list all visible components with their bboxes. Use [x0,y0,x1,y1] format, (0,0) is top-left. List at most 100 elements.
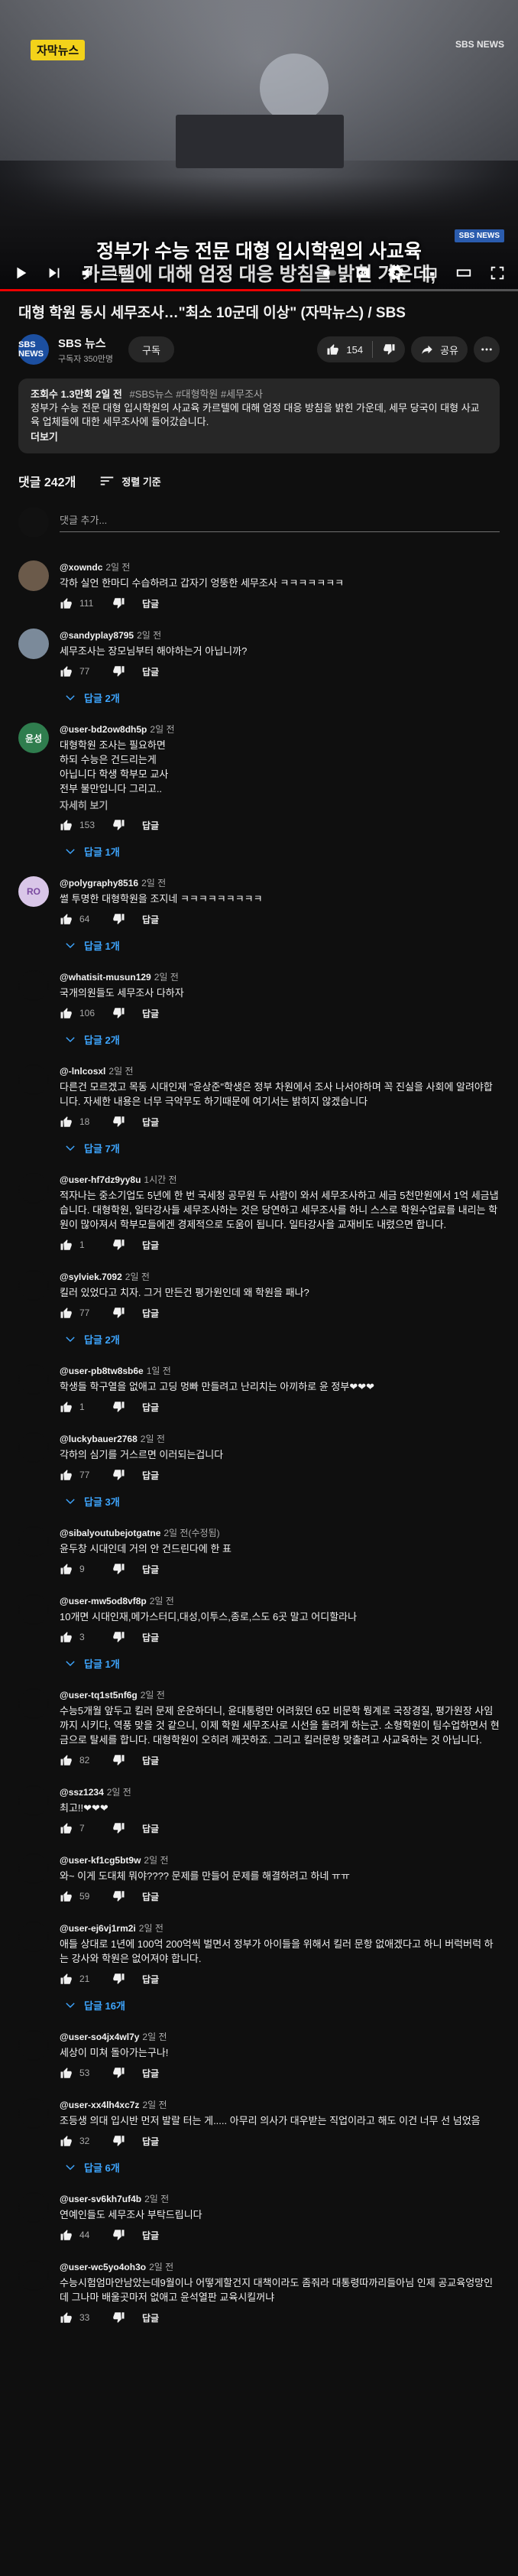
hashtags[interactable]: #SBS뉴스 #대형학원 #세무조사 [129,388,263,400]
more-actions-button[interactable] [474,336,500,362]
comment-like-button[interactable] [60,1821,73,1835]
comment-reply-button[interactable]: 답글 [142,2311,159,2324]
commenter-avatar[interactable] [18,2192,49,2223]
commenter-avatar[interactable] [18,1785,49,1816]
comment-reply-button[interactable]: 답글 [142,819,159,832]
commenter-avatar[interactable] [18,560,49,591]
comment-reply-button[interactable]: 답글 [142,1563,159,1576]
view-replies-button[interactable]: 답글 1개 [60,932,125,958]
comment-reply-button[interactable]: 답글 [142,1469,159,1482]
comment-author[interactable]: @user-wc5yo4oh3o [60,2262,146,2272]
comment-time[interactable]: 2일 전 [139,1923,163,1934]
fullscreen-icon[interactable] [489,265,506,281]
commenter-avatar[interactable] [18,1594,49,1625]
comment-author[interactable]: @luckybauer2768 [60,1434,138,1444]
view-replies-button[interactable]: 답글 16개 [60,1992,130,2018]
comment-like-button[interactable] [60,1006,73,1020]
dislike-button[interactable] [382,343,396,356]
comment-dislike-button[interactable] [112,2228,125,2242]
comment-time[interactable]: 2일 전 [137,630,161,641]
comment-dislike-button[interactable] [112,1006,125,1020]
comment-dislike-button[interactable] [112,664,125,678]
comment-dislike-button[interactable] [112,596,125,610]
comment-dislike-button[interactable] [112,1753,125,1767]
comment-reply-button[interactable]: 답글 [142,1890,159,1903]
comment-time[interactable]: 2일 전 [150,724,174,735]
add-comment-input[interactable]: 댓글 추가... [60,512,500,532]
comment-reply-button[interactable]: 답글 [142,1007,159,1020]
comment-time[interactable]: 2일 전 [142,2100,167,2110]
comment-author[interactable]: @user-so4jx4wl7y [60,2032,139,2042]
comment-dislike-button[interactable] [112,1468,125,1482]
view-replies-button[interactable]: 답글 3개 [60,1488,125,1514]
comment-reply-button[interactable]: 답글 [142,597,159,610]
read-more-link[interactable]: 자세히 보기 [60,797,500,812]
settings-gear-icon[interactable] [388,265,405,281]
comment-dislike-button[interactable] [112,1972,125,1986]
volume-icon[interactable] [79,265,96,281]
commenter-avatar[interactable] [18,1921,49,1952]
comment-reply-button[interactable]: 답글 [142,1239,159,1252]
comment-time[interactable]: 1일 전 [147,1366,171,1376]
comment-like-button[interactable] [60,1400,73,1414]
commenter-avatar[interactable] [18,2030,49,2061]
share-button[interactable]: 공유 [411,336,468,362]
comment-like-button[interactable] [60,1306,73,1320]
commenter-avatar[interactable] [18,1173,49,1204]
view-replies-button[interactable]: 답글 2개 [60,1326,125,1352]
comment-like-button[interactable] [60,1972,73,1986]
view-replies-button[interactable]: 답글 2개 [60,684,125,710]
comment-author[interactable]: @sandyplay8795 [60,630,134,641]
comment-author[interactable]: @user-mw5od8vf8p [60,1596,147,1606]
commenter-avatar[interactable] [18,1526,49,1557]
video-player[interactable]: 자막뉴스 SBS NEWS SBS NEWS 정부가 수능 전문 대형 입시학원… [0,0,518,291]
channel-name[interactable]: SBS 뉴스 [58,335,113,351]
comment-author[interactable]: @user-bd2ow8dh5p [60,724,147,735]
view-replies-button[interactable]: 답글 7개 [60,1135,125,1161]
commenter-avatar[interactable] [18,629,49,659]
comment-reply-button[interactable]: 답글 [142,2229,159,2242]
comment-time[interactable]: 2일 전 [141,878,166,888]
comment-author[interactable]: @xowndc [60,562,102,573]
comment-dislike-button[interactable] [112,2311,125,2324]
channel-avatar[interactable]: SBS NEWS [18,334,49,365]
comment-like-button[interactable] [60,1630,73,1644]
comment-time[interactable]: 2일 전 [149,2262,173,2272]
view-replies-button[interactable]: 답글 1개 [60,1650,125,1676]
comment-like-button[interactable] [60,1238,73,1252]
comment-reply-button[interactable]: 답글 [142,665,159,678]
comment-reply-button[interactable]: 답글 [142,1307,159,1320]
commenter-avatar[interactable] [18,1688,49,1719]
comment-time[interactable]: 2일 전 [125,1272,150,1282]
commenter-avatar[interactable] [18,1432,49,1463]
comment-reply-button[interactable]: 답글 [142,913,159,926]
comment-time[interactable]: 2일 전 [144,2194,169,2204]
comment-like-button[interactable] [60,818,73,832]
comment-reply-button[interactable]: 답글 [142,1401,159,1414]
comment-author[interactable]: @user-xx4lh4xc7z [60,2100,139,2110]
comment-time[interactable]: 2일 전 [144,1855,168,1866]
commenter-avatar[interactable] [18,2098,49,2129]
comment-like-button[interactable] [60,2228,73,2242]
comment-author[interactable]: @ssz1234 [60,1787,104,1798]
comment-like-button[interactable] [60,596,73,610]
comment-dislike-button[interactable] [112,818,125,832]
comment-dislike-button[interactable] [112,1238,125,1252]
subscribe-button[interactable]: 구독 [128,336,174,362]
comment-dislike-button[interactable] [112,2066,125,2080]
comment-dislike-button[interactable] [112,1821,125,1835]
comment-like-button[interactable] [60,1115,73,1129]
comment-time[interactable]: 2일 전 [105,562,130,573]
comment-like-button[interactable] [60,1562,73,1576]
show-more-link[interactable]: 더보기 [31,430,487,444]
comment-author[interactable]: @sylviek.7092 [60,1272,122,1282]
comment-reply-button[interactable]: 답글 [142,2135,159,2148]
comment-like-button[interactable] [60,2311,73,2324]
commenter-avatar[interactable]: RO [18,876,49,907]
comment-like-button[interactable] [60,1468,73,1482]
comment-author[interactable]: @whatisit-musun129 [60,972,151,983]
autoplay-toggle-icon[interactable] [321,265,338,281]
comment-like-button[interactable] [60,2066,73,2080]
commenter-avatar[interactable] [18,1853,49,1884]
comment-like-button[interactable] [60,2134,73,2148]
